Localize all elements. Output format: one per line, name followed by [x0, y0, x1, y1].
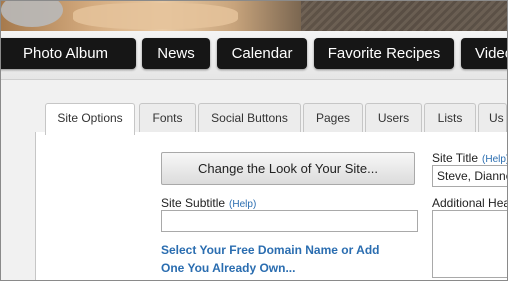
site-title-label: Site Title — [432, 151, 479, 165]
site-subtitle-label: Site Subtitle — [161, 196, 226, 210]
banner-photo-detail — [1, 1, 63, 27]
header-banner-image — [1, 1, 507, 31]
top-navigation-bar: Photo Album News Calendar Favorite Recip… — [1, 31, 507, 80]
nav-news[interactable]: News — [142, 38, 210, 69]
browser-viewport: Photo Album News Calendar Favorite Recip… — [0, 0, 508, 281]
change-look-button[interactable]: Change the Look of Your Site... — [161, 152, 415, 185]
nav-video[interactable]: Video — [461, 38, 507, 69]
tab-overflow[interactable]: Us — [478, 103, 507, 132]
settings-tabs: Site Options Fonts Social Buttons Pages … — [1, 103, 507, 135]
tab-social-buttons[interactable]: Social Buttons — [198, 103, 301, 133]
nav-photo-album[interactable]: Photo Album — [1, 38, 136, 69]
tab-site-options[interactable]: Site Options — [45, 103, 135, 135]
tab-lists[interactable]: Lists — [424, 103, 476, 133]
additional-header-textarea[interactable] — [432, 210, 507, 278]
site-subtitle-input[interactable] — [161, 210, 418, 232]
tab-pages[interactable]: Pages — [303, 103, 363, 133]
site-title-input[interactable]: Steve, Dianne — [432, 165, 507, 187]
nav-favorite-recipes[interactable]: Favorite Recipes — [314, 38, 454, 69]
nav-calendar[interactable]: Calendar — [217, 38, 307, 69]
banner-photo-detail — [301, 1, 507, 31]
additional-header-label: Additional Hea — [432, 196, 508, 210]
banner-photo-detail — [73, 3, 238, 29]
site-title-help-link[interactable]: (Help) — [482, 154, 507, 165]
tab-users[interactable]: Users — [365, 103, 422, 133]
domain-name-link[interactable]: Select Your Free Domain Name or Add One … — [161, 241, 401, 277]
tab-fonts[interactable]: Fonts — [139, 103, 196, 133]
site-title-label-row: Site Title (Help) — [432, 151, 507, 165]
site-subtitle-label-row: Site Subtitle (Help) — [161, 196, 256, 210]
site-subtitle-help-link[interactable]: (Help) — [229, 199, 256, 210]
